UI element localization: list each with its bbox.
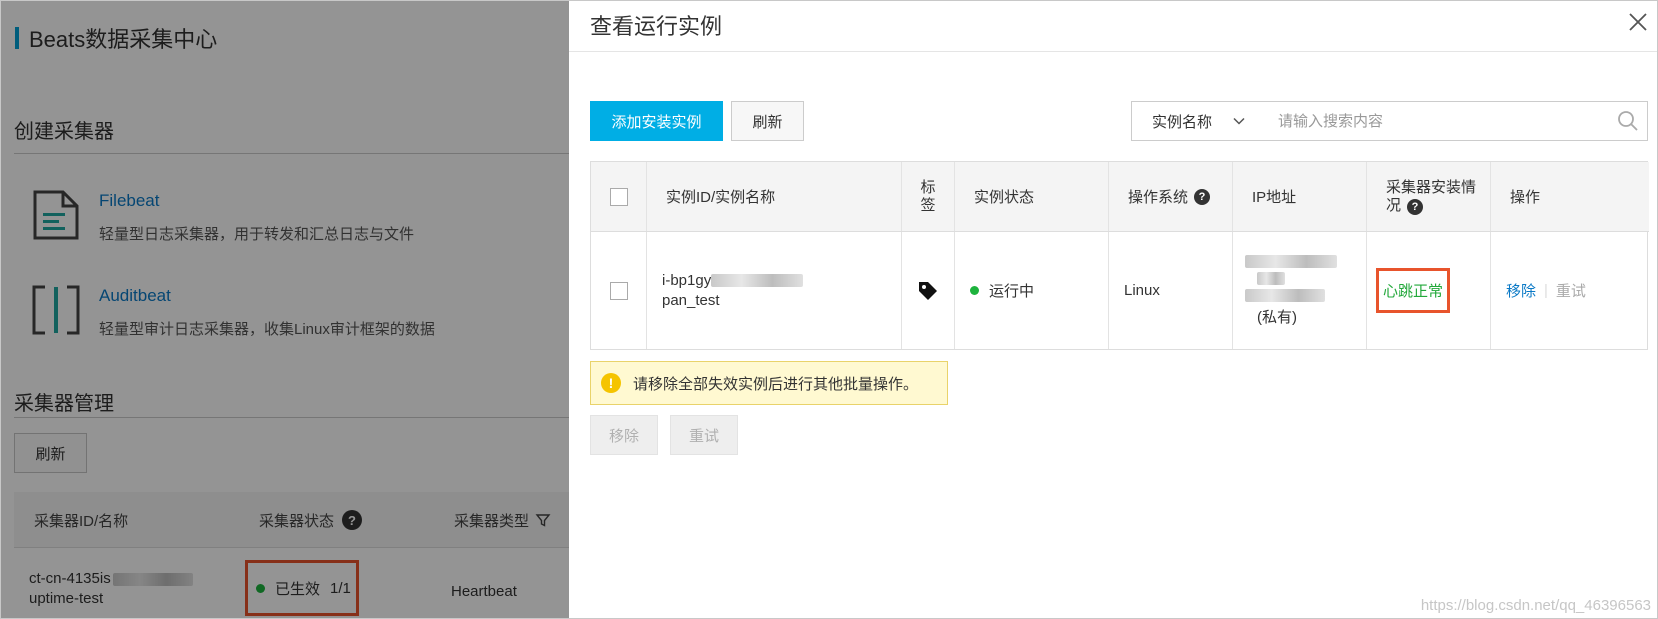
remove-link[interactable]: 移除 [1506,280,1536,301]
search-field-select[interactable]: 实例名称 [1131,101,1259,141]
instances-table: 实例ID/实例名称 标签 实例状态 操作系统 ? IP地址 采集器安装情况? 操… [590,161,1649,350]
ip-cell: (私有) [1233,232,1367,349]
col-select-all[interactable] [591,162,647,231]
bulk-remove-button[interactable]: 移除 [590,415,658,455]
ip-type: (私有) [1257,308,1297,326]
col-os: 操作系统 ? [1109,162,1233,231]
col-install-status: 采集器安装情况? [1367,162,1491,231]
instances-drawer: 查看运行实例 添加安装实例 刷新 实例名称 实例ID/实例名称 标签 [569,1,1657,618]
col-tag: 标签 [902,162,955,231]
redacted-block [1245,288,1325,302]
instance-id-cell: i-bp1gy pan_test [647,232,902,349]
warning-icon: ! [601,373,621,393]
col-os-label: 操作系统 [1128,189,1189,206]
modal-overlay[interactable] [1,1,569,618]
redacted-block [1245,254,1337,268]
tag-icon[interactable] [917,280,939,302]
instance-name: pan_test [662,291,720,309]
install-status-cell: 心跳正常 [1367,232,1491,349]
warning-text: 请移除全部失效实例后进行其他批量操作。 [633,375,919,393]
add-instance-button[interactable]: 添加安装实例 [590,101,723,141]
drawer-refresh-button[interactable]: 刷新 [731,101,804,141]
drawer-title: 查看运行实例 [590,14,723,39]
col-actions: 操作 [1510,189,1541,206]
bulk-retry-button[interactable]: 重试 [670,415,738,455]
col-id-name: 实例ID/实例名称 [647,162,902,231]
select-all-checkbox[interactable] [609,187,628,206]
retry-link[interactable]: 重试 [1556,280,1586,301]
actions-cell: 移除 | 重试 [1491,232,1649,349]
install-status: 心跳正常 [1376,268,1451,313]
col-install-label: 采集器安装情况? [1386,178,1477,215]
status-dot-icon [970,286,979,295]
os-cell: Linux [1109,232,1233,349]
help-icon[interactable]: ? [1407,198,1424,215]
table-row: i-bp1gy pan_test 运行中 Linux (私有) 心跳正常 移除 … [591,232,1649,349]
instance-status: 运行中 [989,283,1035,300]
search-icon[interactable] [1617,110,1639,132]
col-ip: IP地址 [1233,162,1367,231]
drawer-divider [569,51,1657,52]
col-status: 实例状态 [955,162,1109,231]
search-input[interactable] [1258,101,1648,141]
row-select[interactable] [591,232,647,349]
table-header: 实例ID/实例名称 标签 实例状态 操作系统 ? IP地址 采集器安装情况? 操… [591,162,1649,232]
redacted-block [711,274,804,288]
help-icon[interactable]: ? [1194,188,1211,205]
watermark: https://blog.csdn.net/qq_46396563 [1420,597,1651,614]
instance-status-cell: 运行中 [955,232,1109,349]
close-icon[interactable] [1627,11,1649,33]
row-checkbox[interactable] [609,281,628,300]
search-field-value: 实例名称 [1152,113,1213,131]
screen: Beats数据采集中心 创建采集器 Filebeat 轻量型日志采集器，用于转发… [0,0,1658,619]
instance-id: i-bp1gy [662,271,712,289]
action-separator: | [1544,282,1548,299]
redacted-block [1257,271,1285,285]
warning-alert: ! 请移除全部失效实例后进行其他批量操作。 [590,361,948,405]
tag-cell[interactable] [902,232,955,349]
chevron-down-icon [1233,117,1245,125]
